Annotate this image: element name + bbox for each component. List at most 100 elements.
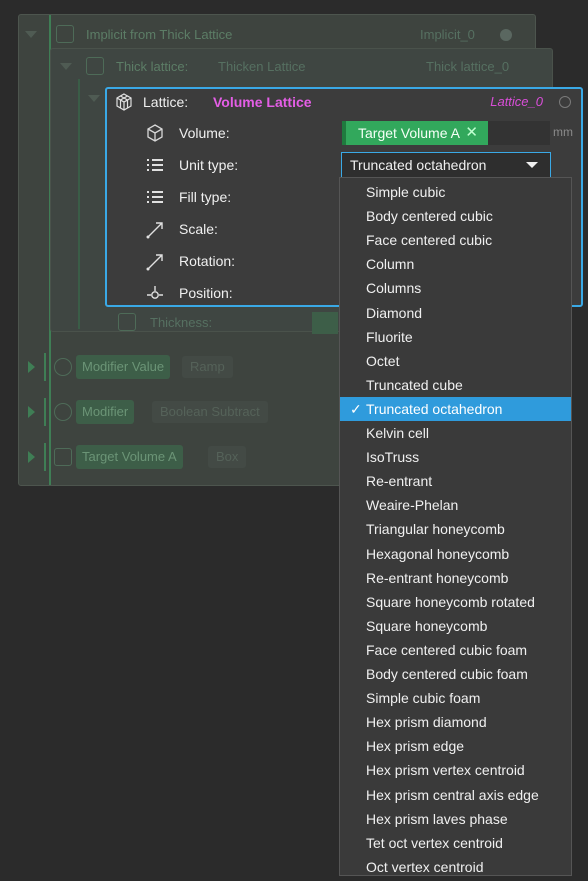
dropdown-option[interactable]: IsoTruss [340, 445, 571, 469]
dropdown-option-label: Hexagonal honeycomb [366, 545, 510, 562]
unit-type-select[interactable]: Truncated octahedron [341, 152, 551, 178]
expand-lattice-icon[interactable] [88, 95, 100, 102]
dropdown-option-label: Hex prism vertex centroid [366, 762, 525, 779]
dropdown-option[interactable]: Body centered cubic [340, 204, 571, 228]
expand-modifier-icon[interactable] [28, 406, 35, 418]
position-label: Position: [179, 285, 233, 301]
volume-row: Volume: Target Volume A ✕ mm [107, 118, 581, 148]
lattice-enable-toggle[interactable] [559, 96, 571, 108]
dropdown-option[interactable]: Body centered cubic foam [340, 662, 571, 686]
modifier-icon [54, 403, 72, 421]
target-volume-label: Target Volume A [76, 445, 183, 469]
volume-extra-field[interactable] [488, 121, 550, 145]
dropdown-option[interactable]: Simple cubic [340, 180, 571, 204]
expand-thick-lattice-icon[interactable] [60, 63, 72, 70]
dropdown-option-label: Re-entrant honeycomb [366, 569, 509, 586]
modifier-value-icon [54, 358, 72, 376]
dropdown-option[interactable]: Column [340, 252, 571, 276]
unit-type-label: Unit type: [179, 157, 239, 173]
panel-rail [78, 79, 80, 329]
dropdown-option[interactable]: Diamond [340, 301, 571, 325]
lattice-header[interactable]: Lattice: Volume Lattice Lattice_0 [107, 89, 581, 115]
position-point-icon [147, 286, 163, 299]
lattice-id: Lattice_0 [490, 94, 543, 109]
checkmark-icon: ✓ [350, 400, 362, 417]
dropdown-option-label: Square honeycomb [366, 617, 488, 634]
dropdown-option[interactable]: Hex prism edge [340, 734, 571, 758]
dropdown-option[interactable]: Square honeycomb [340, 614, 571, 638]
dropdown-option[interactable]: Truncated cube [340, 373, 571, 397]
rotation-label: Rotation: [179, 253, 236, 269]
target-volume-icon [54, 448, 72, 466]
chevron-down-icon [526, 162, 538, 168]
dropdown-option[interactable]: Square honeycomb rotated [340, 590, 571, 614]
dropdown-option-label: Hex prism laves phase [366, 810, 508, 827]
unit-type-dropdown-list: Simple cubic Body centered cubic Face cent… [339, 177, 572, 876]
dropdown-option[interactable]: Weaire-Phelan [340, 493, 571, 517]
diagonal-arrow-icon [146, 222, 163, 239]
thick-lattice-id: Thick lattice_0 [426, 59, 510, 74]
lattice-cube-icon [116, 93, 132, 111]
dropdown-option[interactable]: Triangular honeycomb [340, 517, 571, 541]
row-rail [44, 398, 46, 426]
volume-cube-icon [147, 124, 163, 142]
dropdown-option[interactable]: Hexagonal honeycomb [340, 542, 571, 566]
target-volume-tag[interactable]: Box [208, 446, 247, 468]
lattice-name[interactable]: Volume Lattice [213, 94, 312, 110]
thick-lattice-icon [86, 57, 104, 75]
modifier-tag[interactable]: Boolean Subtract [152, 401, 268, 423]
dropdown-option[interactable]: Hex prism laves phase [340, 807, 571, 831]
dropdown-option-label: Fluorite [366, 328, 413, 345]
dropdown-option-label: Hex prism diamond [366, 714, 487, 731]
dropdown-option[interactable]: Face centered cubic foam [340, 638, 571, 662]
dropdown-option-label: IsoTruss [366, 449, 420, 466]
dropdown-option[interactable]: Octet [340, 349, 571, 373]
dropdown-option[interactable]: Hex prism central axis edge [340, 783, 571, 807]
modifier-value-tag[interactable]: Ramp [182, 356, 233, 378]
thick-lattice-label: Thick lattice: [116, 59, 189, 74]
dropdown-option-label: Body centered cubic [366, 208, 493, 225]
dropdown-option[interactable]: Oct vertex centroid [340, 855, 571, 879]
dropdown-option-label: Columns [366, 280, 422, 297]
dropdown-option[interactable]: Simple cubic foam [340, 686, 571, 710]
dropdown-option-label: Octet [366, 352, 400, 369]
dropdown-option-label: Truncated octahedron [366, 400, 503, 417]
dropdown-option[interactable]: Fluorite [340, 325, 571, 349]
dropdown-option[interactable]: Kelvin cell [340, 421, 571, 445]
thickness-icon [118, 313, 136, 331]
dropdown-option-label: Tet oct vertex centroid [366, 834, 503, 851]
dropdown-option[interactable]: Tet oct vertex centroid [340, 831, 571, 855]
list-icon [147, 191, 163, 203]
implicit-id: Implicit_0 [420, 27, 475, 42]
dropdown-option-label: Weaire-Phelan [366, 497, 459, 514]
expand-modifier-value-icon[interactable] [28, 361, 35, 373]
dropdown-option-label: Face centered cubic foam [366, 641, 528, 658]
volume-field[interactable]: Target Volume A ✕ [342, 121, 488, 145]
implicit-toggle[interactable] [500, 29, 512, 41]
dropdown-option-label: Square honeycomb rotated [366, 593, 535, 610]
dropdown-option-label: Simple cubic [366, 184, 446, 200]
dropdown-option-label: Body centered cubic foam [366, 666, 528, 682]
dropdown-option-label: Triangular honeycomb [366, 521, 505, 538]
dropdown-option-selected[interactable]: ✓ Truncated octahedron [340, 396, 571, 421]
unit-type-row: Unit type: Truncated octahedron [107, 150, 581, 180]
modifier-value-label: Modifier Value [76, 355, 171, 379]
row-rail [44, 353, 46, 381]
thickness-label: Thickness: [150, 315, 213, 330]
dropdown-option-label: Simple cubic foam [366, 690, 481, 707]
dropdown-option[interactable]: Hex prism vertex centroid [340, 758, 571, 782]
list-icon [147, 159, 163, 171]
thickness-field[interactable] [312, 312, 338, 334]
dropdown-option[interactable]: Hex prism diamond [340, 710, 571, 734]
volume-unit: mm [553, 125, 573, 139]
clear-volume-icon[interactable]: ✕ [465, 121, 478, 145]
dropdown-option[interactable]: Face centered cubic [340, 228, 571, 252]
expand-implicit-icon[interactable] [25, 31, 37, 38]
dropdown-option[interactable]: Columns [340, 276, 571, 300]
dropdown-option[interactable]: Re-entrant [340, 469, 571, 493]
expand-target-volume-icon[interactable] [28, 451, 35, 463]
fill-type-label: Fill type: [179, 189, 232, 205]
dropdown-option-label: Face centered cubic [366, 232, 493, 249]
dropdown-option[interactable]: Re-entrant honeycomb [340, 566, 571, 590]
unit-type-value: Truncated octahedron [350, 157, 487, 173]
